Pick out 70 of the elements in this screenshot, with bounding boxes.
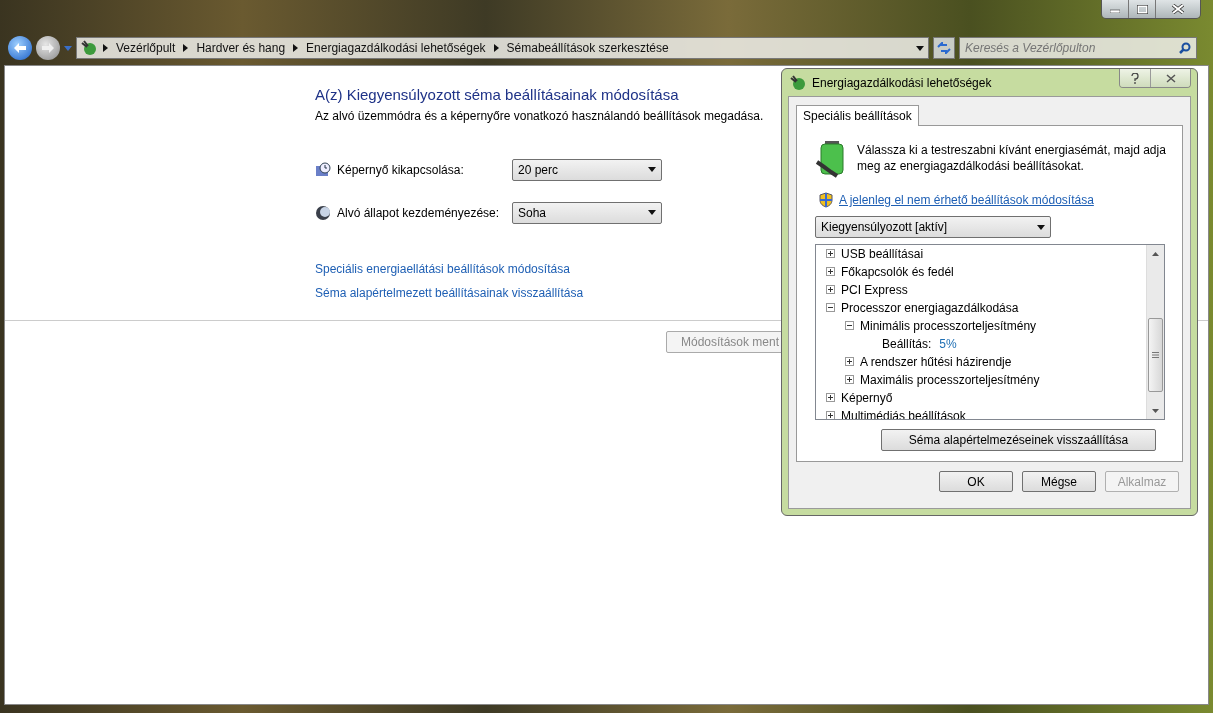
dropdown[interactable]: Kiegyensúlyozott [aktív] [815, 216, 1051, 238]
tab[interactable]: Speciális beállítások [796, 105, 919, 126]
expand-icon[interactable] [845, 356, 856, 368]
search-icon[interactable] [1179, 42, 1191, 54]
breadcrumb-item[interactable]: Vezérlőpult [114, 41, 178, 55]
expand-icon[interactable] [826, 266, 837, 278]
refresh-button[interactable] [933, 37, 955, 59]
tree-item[interactable]: Processzor energiagazdálkodása [841, 301, 1019, 315]
dropdown-arrow-icon[interactable] [916, 45, 924, 51]
expand-icon[interactable] [826, 392, 837, 404]
moon-icon [315, 204, 331, 221]
intro-text: Válassza ki a testreszabni kívánt energiasémát, majd adja meg az energiagazdálkodási beállításokat. [857, 142, 1167, 174]
dialog-title: Energiagazdálkodási lehetőségek [812, 75, 993, 90]
collapse-icon[interactable] [826, 302, 837, 314]
expand-icon[interactable] [826, 284, 837, 296]
monitor-clock-icon [315, 161, 331, 178]
question-mark-icon [1131, 72, 1139, 84]
breadcrumb-item[interactable]: Sémabeállítások szerkesztése [504, 41, 671, 55]
close-button[interactable] [1156, 0, 1200, 18]
dropdown[interactable]: 20 perc [512, 158, 662, 181]
refresh-icon [937, 42, 951, 54]
tree-item[interactable]: Minimális processzorteljesítmény [860, 319, 1037, 333]
expand-icon[interactable] [826, 410, 837, 419]
help-button[interactable] [1120, 69, 1150, 87]
restore-defaults-button[interactable]: Séma alapértelmezéseinek visszaállítása [881, 429, 1156, 451]
forward-arrow-icon [41, 42, 55, 54]
close-icon [1165, 73, 1176, 83]
setting-label: Képernyő kikapcsolása: [337, 162, 464, 177]
caret-icon [648, 210, 656, 215]
tree-item[interactable]: Főkapcsolók és fedél [841, 265, 954, 279]
dialog-button[interactable]: OK [939, 471, 1013, 492]
scroll-thumb[interactable] [1148, 318, 1163, 392]
page-subtitle: Az alvó üzemmódra és a képernyőre vonatkozó használandó beállítások megadása. [315, 109, 764, 123]
address-bar[interactable]: Vezérlőpult Hardver és hang Energiagazdálkodási lehetőségek Sémabeállítások szerkesztése [76, 37, 929, 59]
search-field[interactable]: Keresés a Vezérlőpulton [959, 37, 1197, 59]
chevron-icon[interactable] [493, 44, 499, 52]
close-icon [1172, 4, 1184, 14]
setting-value[interactable]: 5% [939, 337, 957, 351]
chevron-icon[interactable] [183, 44, 189, 52]
dialog-button[interactable]: Mégse [1022, 471, 1096, 492]
tree-item[interactable]: USB beállításai [841, 247, 924, 261]
forward-button[interactable] [36, 36, 60, 60]
caret-icon [648, 167, 656, 172]
breadcrumb-item[interactable]: Energiagazdálkodási lehetőségek [304, 41, 488, 55]
maximize-button[interactable] [1129, 0, 1156, 18]
minimize-button[interactable] [1102, 0, 1129, 18]
setting-label: Beállítás: [882, 337, 932, 351]
page-title: A(z) Kiegyensúlyozott séma beállításainak módosítása [315, 86, 680, 103]
tree-item[interactable]: PCI Express [841, 283, 908, 297]
plug-icon [790, 74, 806, 91]
tree-item[interactable]: A rendszer hűtési házirendje [860, 355, 1012, 369]
plug-icon [81, 40, 97, 56]
setting-label: Alvó állapot kezdeményezése: [337, 205, 500, 220]
expand-icon[interactable] [845, 374, 856, 386]
breadcrumb-item[interactable]: Hardver és hang [194, 41, 288, 55]
tree-item[interactable]: Képernyő [841, 391, 893, 405]
shield-icon [819, 192, 833, 208]
dropdown[interactable]: Soha [512, 201, 662, 224]
scrollbar[interactable] [1146, 245, 1164, 419]
expand-icon[interactable] [826, 248, 837, 260]
maximize-icon [1136, 4, 1148, 14]
chevron-icon[interactable] [293, 44, 299, 52]
collapse-icon[interactable] [845, 320, 856, 332]
back-button[interactable] [8, 36, 32, 60]
tree-item[interactable]: Maximális processzorteljesítmény [860, 373, 1040, 387]
back-arrow-icon [13, 42, 27, 54]
link[interactable]: A jelenleg el nem érhető beállítások módosítása [839, 193, 1094, 207]
chevron-icon[interactable] [103, 44, 108, 52]
close-button[interactable] [1150, 69, 1190, 87]
caret-icon [1037, 224, 1045, 230]
